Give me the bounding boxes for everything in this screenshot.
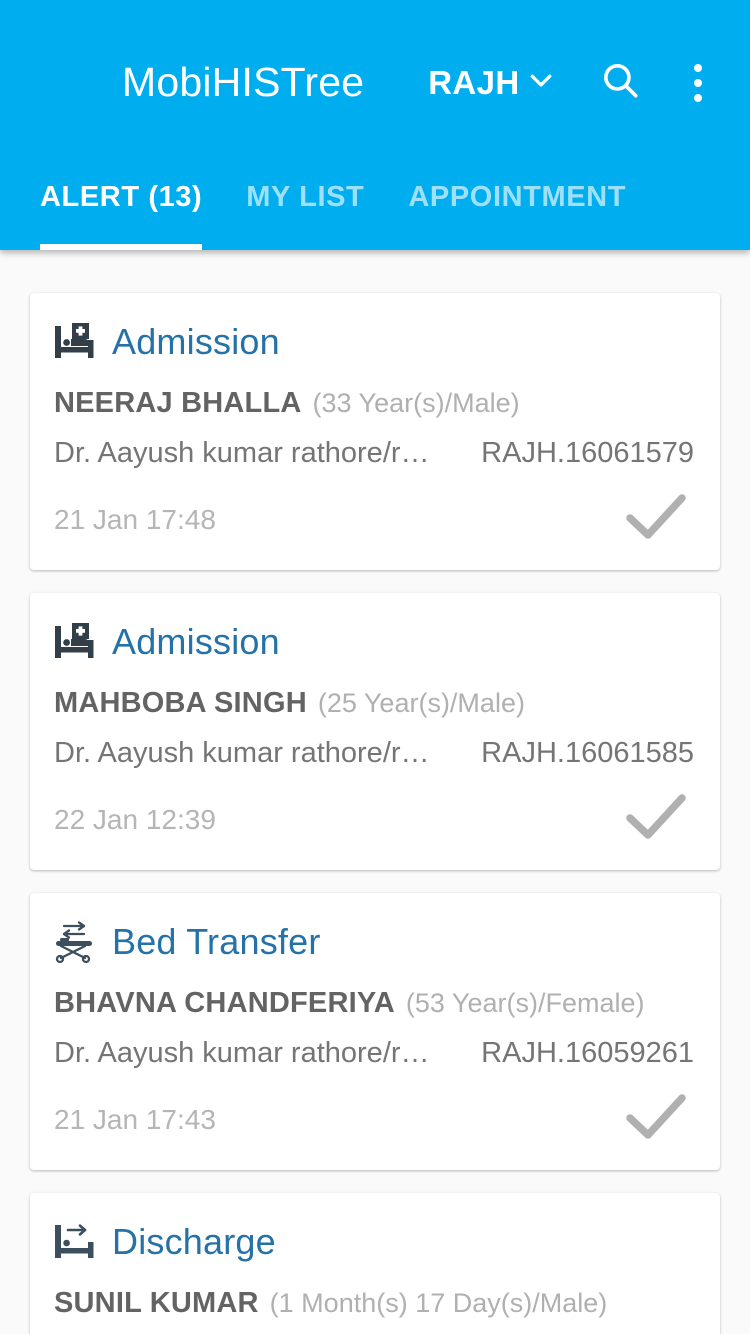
doctor-row: Dr. Aayush kumar rathore/r… RAJH.1605926… — [50, 1037, 694, 1070]
hospital-bed-admission-icon — [50, 319, 98, 365]
tab-appointment[interactable]: APPOINTMENT — [408, 165, 626, 250]
app-bar-top-row: MobiHISTree RAJH — [0, 0, 750, 165]
tab-alert-label: ALERT (13) — [40, 181, 203, 213]
alert-card[interactable]: Bed Transfer BHAVNA CHANDFERIYA (53 Year… — [30, 893, 720, 1170]
check-icon[interactable] — [624, 491, 688, 548]
card-footer: 22 Jan 12:39 — [50, 791, 694, 848]
patient-age-gender: (33 Year(s)/Male) — [312, 388, 520, 418]
patient-age-gender: (25 Year(s)/Male) — [317, 688, 525, 718]
alert-card[interactable]: Discharge SUNIL KUMAR (1 Month(s) 17 Day… — [30, 1193, 720, 1334]
alert-type-label: Discharge — [112, 1221, 276, 1262]
alert-card[interactable]: Admission MAHBOBA SINGH (25 Year(s)/Male… — [30, 593, 720, 870]
timestamp: 22 Jan 12:39 — [54, 803, 216, 835]
check-icon[interactable] — [624, 791, 688, 848]
alert-type-label: Bed Transfer — [112, 921, 321, 962]
search-button[interactable] — [594, 57, 646, 109]
patient-name: SUNIL KUMAR — [54, 1287, 259, 1319]
doctor-row: Dr. Aayush kumar rathore/r… RAJH.1606158… — [50, 737, 694, 770]
card-header: Discharge — [50, 1219, 694, 1265]
site-selector[interactable]: RAJH — [428, 64, 555, 102]
more-vertical-icon — [694, 63, 702, 102]
tab-my-list-label: MY LIST — [246, 181, 365, 213]
overflow-menu-button[interactable] — [672, 57, 724, 109]
check-icon[interactable] — [624, 1091, 688, 1148]
patient-name: NEERAJ BHALLA — [54, 387, 302, 419]
app-bar-actions — [594, 57, 724, 109]
tab-bar: ALERT (13) MY LIST APPOINTMENT — [0, 165, 750, 250]
visit-id: RAJH.16061579 — [481, 437, 694, 469]
site-code-label: RAJH — [428, 63, 520, 101]
patient-name: MAHBOBA SINGH — [54, 687, 307, 719]
card-footer: 21 Jan 17:48 — [50, 491, 694, 548]
patient-row: BHAVNA CHANDFERIYA (53 Year(s)/Female) — [50, 987, 694, 1020]
bed-exit-discharge-icon — [50, 1219, 98, 1265]
card-header: Bed Transfer — [50, 919, 694, 965]
tab-appointment-label: APPOINTMENT — [408, 181, 627, 213]
doctor-name: Dr. Aayush kumar rathore/r… — [54, 737, 430, 769]
alert-type-label: Admission — [112, 321, 280, 362]
patient-name: BHAVNA CHANDFERIYA — [54, 987, 395, 1019]
patient-age-gender: (1 Month(s) 17 Day(s)/Male) — [269, 1288, 608, 1318]
alert-list[interactable]: Admission NEERAJ BHALLA (33 Year(s)/Male… — [0, 250, 750, 1334]
card-footer: 21 Jan 17:43 — [50, 1091, 694, 1148]
alert-type-label: Admission — [112, 621, 280, 662]
chevron-down-icon — [526, 65, 556, 100]
alert-card[interactable]: Admission NEERAJ BHALLA (33 Year(s)/Male… — [30, 293, 720, 570]
app-title: MobiHISTree — [122, 59, 365, 105]
stretcher-transfer-icon — [50, 919, 98, 965]
patient-row: MAHBOBA SINGH (25 Year(s)/Male) — [50, 687, 694, 720]
hospital-bed-admission-icon — [50, 619, 98, 665]
doctor-name: Dr. Aayush kumar rathore/r… — [54, 437, 430, 469]
app-bar: MobiHISTree RAJH ALERT (13) MY LIST APPO… — [0, 0, 750, 250]
card-header: Admission — [50, 619, 694, 665]
visit-id: RAJH.16059261 — [481, 1037, 694, 1069]
doctor-name: Dr. Aayush kumar rathore/r… — [54, 1037, 430, 1069]
card-header: Admission — [50, 319, 694, 365]
visit-id: RAJH.16061585 — [481, 737, 694, 769]
patient-age-gender: (53 Year(s)/Female) — [405, 988, 645, 1018]
patient-row: SUNIL KUMAR (1 Month(s) 17 Day(s)/Male) — [50, 1287, 694, 1320]
search-icon — [599, 59, 641, 106]
tab-alert[interactable]: ALERT (13) — [40, 165, 203, 250]
patient-row: NEERAJ BHALLA (33 Year(s)/Male) — [50, 387, 694, 420]
timestamp: 21 Jan 17:48 — [54, 503, 216, 535]
doctor-row: Dr. Aayush kumar rathore/r… RAJH.1606157… — [50, 437, 694, 470]
tab-my-list[interactable]: MY LIST — [246, 165, 364, 250]
timestamp: 21 Jan 17:43 — [54, 1103, 216, 1135]
